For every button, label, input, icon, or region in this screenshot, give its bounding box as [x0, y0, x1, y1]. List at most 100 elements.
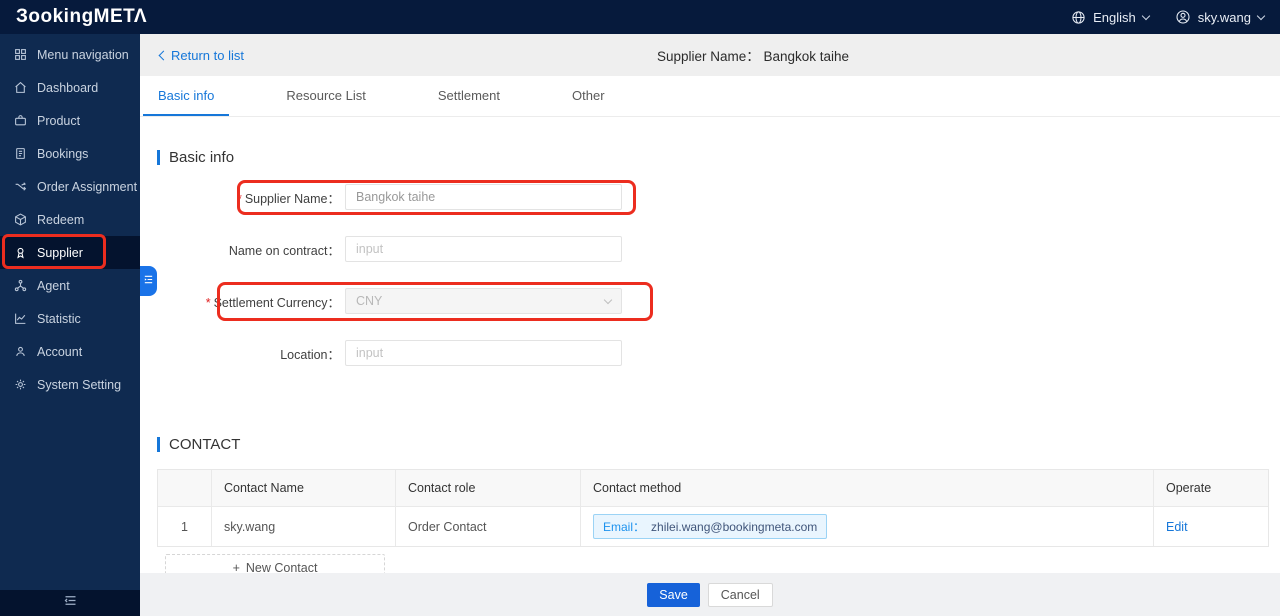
user-menu[interactable]: sky.wang: [1175, 9, 1266, 25]
topbar-right: English sky.wang: [1071, 9, 1266, 25]
sidebar-item-menu-navigation[interactable]: Menu navigation: [0, 38, 140, 71]
gear-icon: [14, 378, 27, 391]
contact-table: Contact Name Contact role Contact method…: [157, 469, 1269, 547]
required-asterisk: *: [205, 295, 211, 310]
contact-method-cell: Email： zhilei.wang@bookingmeta.com: [580, 507, 1153, 546]
email-chip-label: Email：: [603, 520, 646, 534]
page: ЗookingМΕΤΛ English sky.wang Menu naviga…: [0, 0, 1280, 616]
sidebar: Menu navigation Dashboard Product Bookin…: [0, 34, 140, 616]
sidebar-expand-handle[interactable]: [140, 266, 157, 296]
sidebar-item-bookings[interactable]: Bookings: [0, 137, 140, 170]
name-on-contract-label: Name on contract：: [228, 243, 340, 258]
sidebar-item-label: Redeem: [37, 212, 85, 227]
sidebar-item-label: Dashboard: [37, 80, 99, 95]
topbar: ЗookingМΕΤΛ English sky.wang: [0, 0, 1280, 34]
tab-bar: Basic info Resource List Settlement Othe…: [140, 76, 1280, 117]
collapse-sidebar-icon: [63, 593, 78, 613]
contact-table-row: 1 sky.wang Order Contact Email： zhilei.w…: [158, 506, 1268, 546]
sidebar-item-supplier[interactable]: Supplier: [0, 236, 140, 269]
tab-settlement[interactable]: Settlement: [423, 76, 515, 116]
supplier-title: Supplier Name： Bangkok taihe: [183, 45, 1280, 65]
location-input[interactable]: [345, 340, 622, 366]
person-icon: [14, 345, 27, 358]
shuffle-arrows-icon: [14, 180, 27, 193]
language-selector[interactable]: English: [1071, 9, 1151, 25]
col-index: [158, 470, 211, 506]
globe-icon: [1071, 10, 1086, 25]
chevron-left-icon: [158, 50, 169, 60]
required-asterisk: *: [236, 191, 242, 206]
sidebar-item-label: Product: [37, 113, 81, 128]
contact-name-cell: sky.wang: [211, 507, 395, 546]
supplier-title-value: Bangkok taihe: [763, 49, 850, 64]
network-icon: [14, 279, 27, 292]
section-accent-bar: [157, 437, 160, 452]
chevron-down-icon: [1256, 11, 1266, 20]
basic-info-section-title: Basic info: [157, 149, 1263, 166]
section-title-text: CONTACT: [169, 436, 241, 453]
form-row-name-on-contract: Name on contract：: [157, 236, 1263, 262]
supplier-title-label: Supplier Name：: [656, 49, 760, 64]
supplier-name-input[interactable]: [345, 184, 622, 210]
medal-icon: [14, 246, 27, 259]
document-icon: [14, 147, 27, 160]
col-contact-role: Contact role: [395, 470, 580, 506]
section-accent-bar: [157, 150, 160, 165]
col-contact-method: Contact method: [580, 470, 1153, 506]
home-icon: [14, 81, 27, 94]
col-contact-name: Contact Name: [211, 470, 395, 506]
sidebar-item-dashboard[interactable]: Dashboard: [0, 71, 140, 104]
row-index: 1: [181, 519, 188, 534]
contact-role-cell: Order Contact: [395, 507, 580, 546]
back-label: Return to list: [171, 47, 244, 63]
sidebar-item-agent[interactable]: Agent: [0, 269, 140, 302]
edit-contact-link[interactable]: Edit: [1166, 520, 1188, 534]
box-icon: [14, 213, 27, 226]
sidebar-item-account[interactable]: Account: [0, 335, 140, 368]
cancel-button[interactable]: Cancel: [707, 582, 773, 607]
save-button[interactable]: Save: [647, 582, 700, 607]
tab-other[interactable]: Other: [557, 76, 620, 116]
sidebar-item-label: Supplier: [37, 245, 83, 260]
footer-action-bar: Save Cancel: [140, 573, 1280, 616]
sidebar-item-label: Agent: [37, 278, 70, 293]
supplier-name-label: * Supplier Name：: [236, 191, 340, 206]
name-on-contract-input[interactable]: [345, 236, 622, 262]
sidebar-item-label: Account: [37, 344, 83, 359]
menu-handle-icon: [143, 272, 154, 290]
col-operate: Operate: [1153, 470, 1270, 506]
return-to-list-link[interactable]: Return to list: [158, 47, 244, 63]
sidebar-item-redeem[interactable]: Redeem: [0, 203, 140, 236]
sidebar-item-order-assignment[interactable]: Order Assignment: [0, 170, 140, 203]
contact-table-header: Contact Name Contact role Contact method…: [158, 470, 1268, 506]
form-row-settlement-currency: * Settlement Currency： CNY: [157, 288, 1263, 314]
sidebar-collapse-button[interactable]: [0, 590, 140, 616]
form-row-supplier-name: * Supplier Name：: [157, 184, 1263, 210]
section-title-text: Basic info: [169, 149, 235, 166]
chevron-down-icon: [603, 295, 613, 304]
grid-icon: [14, 48, 27, 61]
line-chart-icon: [14, 312, 27, 325]
form-row-location: Location：: [157, 340, 1263, 366]
tab-resource-list[interactable]: Resource List: [271, 76, 380, 116]
settlement-currency-value: CNY: [356, 294, 383, 308]
sidebar-item-label: Menu navigation: [37, 47, 129, 62]
email-chip: Email： zhilei.wang@bookingmeta.com: [593, 514, 828, 539]
sidebar-item-system-setting[interactable]: System Setting: [0, 368, 140, 401]
sidebar-item-product[interactable]: Product: [0, 104, 140, 137]
basic-info-form: *Supplier Name： Name on contract： *Settl…: [157, 184, 1263, 366]
language-label: English: [1093, 9, 1136, 25]
contact-section-title: CONTACT: [157, 436, 1263, 453]
briefcase-icon: [14, 114, 27, 127]
user-avatar-icon: [1175, 9, 1191, 25]
sidebar-item-label: System Setting: [37, 377, 122, 392]
sidebar-item-label: Statistic: [37, 311, 81, 326]
location-label: Location：: [280, 347, 340, 362]
sidebar-item-label: Bookings: [37, 146, 89, 161]
username-label: sky.wang: [1197, 9, 1251, 25]
settlement-currency-select[interactable]: CNY: [345, 288, 622, 314]
main-content: Return to list Supplier Name： Bangkok ta…: [140, 34, 1280, 616]
sidebar-item-statistic[interactable]: Statistic: [0, 302, 140, 335]
email-chip-value: zhilei.wang@bookingmeta.com: [651, 519, 818, 534]
tab-basic-info[interactable]: Basic info: [143, 76, 230, 116]
